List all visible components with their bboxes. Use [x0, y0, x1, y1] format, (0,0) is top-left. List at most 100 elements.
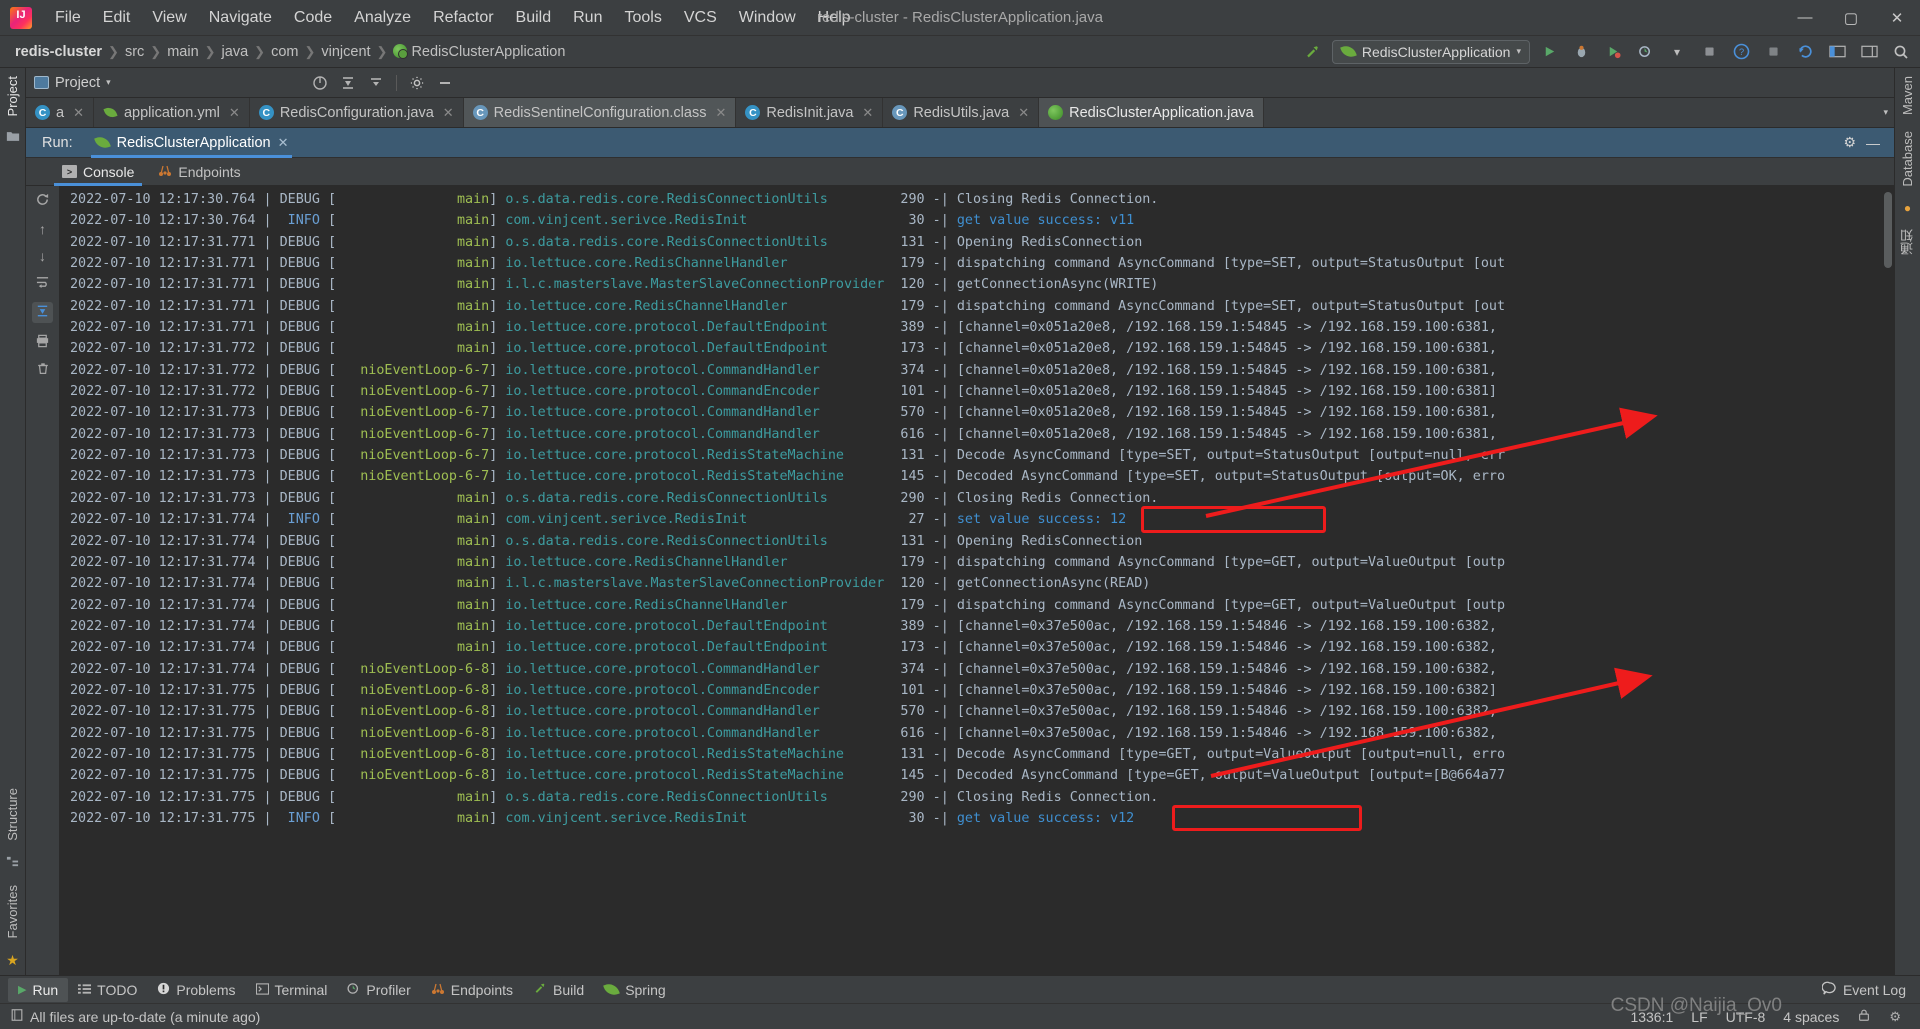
scroll-down-icon[interactable]: ↓ — [39, 248, 46, 264]
bottom-tab-profiler[interactable]: Profiler — [337, 978, 420, 1002]
menu-edit[interactable]: Edit — [92, 5, 142, 31]
debug-button[interactable] — [1568, 40, 1594, 64]
bottom-tab-terminal[interactable]: Terminal — [246, 978, 338, 1002]
menu-view[interactable]: View — [141, 5, 197, 31]
stop-button[interactable] — [1696, 40, 1722, 64]
breadcrumb-item-main[interactable]: main — [162, 42, 203, 62]
expand-all-icon[interactable] — [335, 71, 361, 95]
close-icon[interactable]: ✕ — [229, 105, 240, 121]
breadcrumb-item-vinjcent[interactable]: vinjcent — [316, 42, 375, 62]
hide-panel-icon[interactable] — [432, 71, 458, 95]
menu-run[interactable]: Run — [562, 5, 613, 31]
rail-item-project[interactable]: Project — [5, 68, 20, 124]
menu-file[interactable]: File — [44, 5, 92, 31]
editor-tab-overflow[interactable]: ▾ — [1877, 98, 1894, 127]
menu-refactor[interactable]: Refactor — [422, 5, 504, 31]
scrollbar-thumb[interactable] — [1884, 192, 1892, 268]
file-encoding[interactable]: UTF-8 — [1717, 1009, 1775, 1025]
rail-item-maven[interactable]: Maven — [1900, 68, 1915, 123]
hide-window-icon[interactable]: — — [1866, 135, 1880, 151]
run-with-coverage-button[interactable] — [1600, 40, 1626, 64]
tab-endpoints[interactable]: Endpoints — [146, 158, 252, 186]
build-hammer-icon[interactable] — [1300, 40, 1326, 64]
close-button[interactable]: ✕ — [1874, 0, 1920, 36]
editor-tab-redissentinelconfiguration[interactable]: C RedisSentinelConfiguration.class ✕ — [463, 98, 737, 127]
book-icon — [10, 1008, 24, 1025]
close-icon[interactable]: ✕ — [73, 105, 84, 121]
project-panel-title[interactable]: Project ▾ — [34, 75, 111, 91]
settings-gear-icon[interactable] — [404, 71, 430, 95]
profiler-chevron-down-icon[interactable]: ▾ — [1664, 40, 1690, 64]
profiler-button[interactable] — [1632, 40, 1658, 64]
editor-tab-application-yml[interactable]: application.yml ✕ — [94, 98, 250, 127]
rail-item-database[interactable]: Database — [1900, 123, 1915, 195]
close-icon[interactable]: ✕ — [862, 105, 873, 121]
layout-settings-icon[interactable] — [1824, 40, 1850, 64]
minimize-button[interactable]: — — [1782, 0, 1828, 36]
bottom-tab-spring[interactable]: Spring — [594, 978, 675, 1002]
settings-gear-icon[interactable]: ⚙ — [1843, 134, 1856, 151]
lock-icon[interactable] — [1848, 1008, 1880, 1025]
rail-item-favorites[interactable]: Favorites — [5, 877, 20, 946]
star-icon[interactable]: ★ — [6, 952, 19, 969]
print-icon[interactable] — [35, 334, 50, 351]
close-icon[interactable]: ✕ — [443, 105, 454, 121]
run-button[interactable] — [1536, 40, 1562, 64]
close-icon[interactable]: ✕ — [715, 105, 726, 121]
close-icon[interactable]: ✕ — [278, 135, 289, 151]
search-icon[interactable] — [1888, 40, 1914, 64]
settings-gear-icon[interactable]: ⚙ — [1880, 1009, 1910, 1025]
maximize-button[interactable]: ▢ — [1828, 0, 1874, 36]
menu-code[interactable]: Code — [283, 5, 343, 31]
editor-tab-redisconfiguration[interactable]: C RedisConfiguration.java ✕ — [250, 98, 464, 127]
run-session-tab[interactable]: RedisClusterApplication ✕ — [83, 128, 301, 158]
locate-icon[interactable] — [307, 71, 333, 95]
stop-secondary-icon[interactable] — [1760, 40, 1786, 64]
breadcrumb-item-java[interactable]: java — [217, 42, 254, 62]
editor-tab-redisutils[interactable]: C RedisUtils.java ✕ — [883, 98, 1040, 127]
menu-help[interactable]: Help — [807, 5, 862, 31]
bottom-tab-problems[interactable]: Problems — [147, 978, 245, 1002]
event-log-entry[interactable]: Event Log — [1821, 981, 1920, 999]
notification-dot-icon[interactable]: ● — [1904, 201, 1911, 215]
menu-build[interactable]: Build — [505, 5, 563, 31]
editor-tab-a[interactable]: C a ✕ — [26, 98, 94, 127]
menu-vcs[interactable]: VCS — [673, 5, 728, 31]
scroll-to-end-icon[interactable] — [32, 302, 53, 323]
rail-item-notifications[interactable]: 通知 — [1898, 221, 1917, 263]
editor-tab-redisinit[interactable]: C RedisInit.java ✕ — [736, 98, 884, 127]
menu-tools[interactable]: Tools — [613, 5, 672, 31]
run-configuration-selector[interactable]: RedisClusterApplication ▾ — [1331, 39, 1530, 64]
line-separator[interactable]: LF — [1682, 1009, 1716, 1025]
update-project-icon[interactable] — [1792, 40, 1818, 64]
breadcrumb-item-com[interactable]: com — [266, 42, 303, 62]
close-icon[interactable]: ✕ — [1018, 105, 1029, 121]
rerun-icon[interactable] — [35, 192, 50, 210]
tab-console[interactable]: > Console — [50, 158, 146, 186]
window-layout-icon[interactable] — [1856, 40, 1882, 64]
scroll-up-icon[interactable]: ↑ — [39, 221, 46, 237]
breadcrumb-item-class[interactable]: RedisClusterApplication — [388, 42, 570, 62]
bottom-tab-endpoints[interactable]: Endpoints — [421, 978, 523, 1002]
breadcrumb-item-root[interactable]: redis-cluster — [10, 42, 107, 62]
bottom-tab-build[interactable]: Build — [523, 978, 594, 1002]
clear-all-icon[interactable] — [36, 362, 50, 379]
caret-position[interactable]: 1336:1 — [1621, 1009, 1682, 1025]
indent-setting[interactable]: 4 spaces — [1774, 1009, 1848, 1025]
console-scrollbar[interactable] — [1882, 186, 1894, 975]
structure-icon[interactable] — [6, 855, 19, 871]
bottom-tab-todo[interactable]: TODO — [68, 978, 147, 1002]
menu-window[interactable]: Window — [728, 5, 807, 31]
breadcrumb-item-src[interactable]: src — [120, 42, 149, 62]
chevron-down-icon[interactable]: ▾ — [1883, 107, 1888, 118]
help-icon[interactable]: ? — [1728, 40, 1754, 64]
editor-tab-redisclusterapplication[interactable]: RedisClusterApplication.java — [1039, 98, 1264, 127]
rail-item-structure[interactable]: Structure — [5, 780, 20, 849]
menu-navigate[interactable]: Navigate — [198, 5, 283, 31]
folder-icon[interactable] — [6, 130, 20, 145]
console-output[interactable]: 2022-07-10 12:17:30.764 | DEBUG [ main] … — [60, 186, 1882, 975]
menu-analyze[interactable]: Analyze — [343, 5, 422, 31]
soft-wrap-icon[interactable] — [35, 275, 50, 291]
collapse-all-icon[interactable] — [363, 71, 389, 95]
bottom-tab-run[interactable]: ▶ Run — [8, 977, 69, 1002]
